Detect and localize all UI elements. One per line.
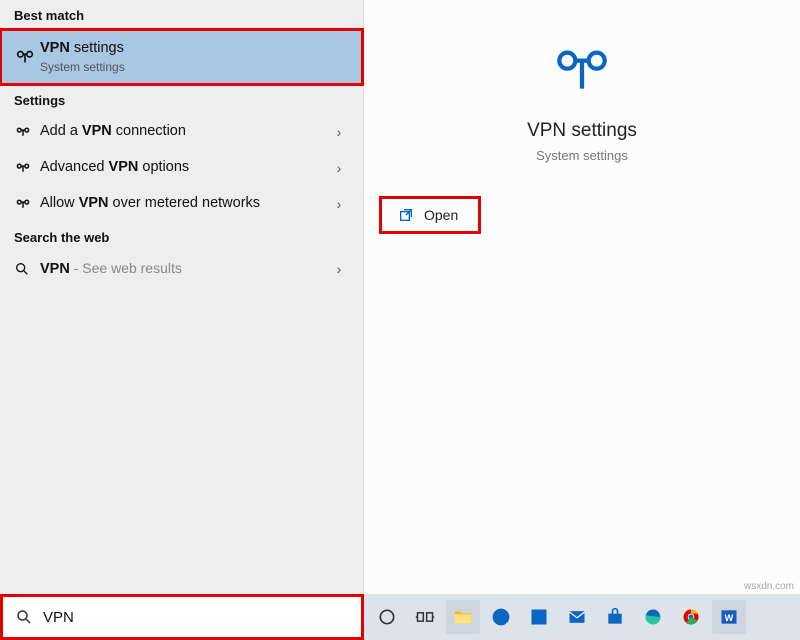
search-box[interactable] <box>0 594 364 640</box>
chevron-right-icon: › <box>329 261 349 277</box>
taskbar-store[interactable] <box>598 600 632 634</box>
taskbar-mail[interactable] <box>560 600 594 634</box>
detail-panel: VPN settings System settings Open <box>364 0 800 594</box>
result-vpn-settings[interactable]: VPN settings System settings <box>0 29 363 85</box>
open-icon <box>398 207 414 223</box>
result-title: Advanced VPN options <box>40 159 329 176</box>
bottom-bar: W <box>0 594 800 640</box>
result-title: Allow VPN over metered networks <box>40 195 329 212</box>
result-allow-vpn-metered[interactable]: Allow VPN over metered networks › <box>0 186 363 222</box>
result-web-vpn[interactable]: VPN - See web results › <box>0 251 363 287</box>
result-add-vpn-connection[interactable]: Add a VPN connection › <box>0 114 363 150</box>
task-view-icon[interactable] <box>408 600 442 634</box>
taskbar-word[interactable]: W <box>712 600 746 634</box>
vpn-icon <box>14 123 40 141</box>
vpn-icon <box>14 46 40 68</box>
detail-hero-icon <box>364 38 800 102</box>
search-icon <box>15 608 33 626</box>
watermark: wsxdn.com <box>744 581 794 592</box>
search-icon <box>14 261 40 277</box>
detail-title: VPN settings <box>364 120 800 142</box>
taskbar: W <box>364 594 800 640</box>
cortana-icon[interactable] <box>370 600 404 634</box>
result-title: Add a VPN connection <box>40 123 329 140</box>
section-settings: Settings <box>0 85 363 114</box>
vpn-icon <box>14 195 40 213</box>
section-best-match: Best match <box>0 0 363 29</box>
detail-subtitle: System settings <box>364 148 800 163</box>
chevron-right-icon: › <box>329 124 349 140</box>
search-results-panel: Best match VPN settings System settings … <box>0 0 364 594</box>
open-button[interactable]: Open <box>382 199 478 231</box>
result-advanced-vpn-options[interactable]: Advanced VPN options › <box>0 150 363 186</box>
result-body: VPN settings System settings <box>40 40 349 73</box>
taskbar-chrome[interactable] <box>674 600 708 634</box>
taskbar-app-blue[interactable] <box>522 600 556 634</box>
open-label: Open <box>424 207 458 223</box>
taskbar-edge[interactable] <box>636 600 670 634</box>
result-title: VPN settings <box>40 40 349 57</box>
vpn-icon <box>14 159 40 177</box>
search-input[interactable] <box>43 609 349 626</box>
result-subtitle: System settings <box>40 60 349 74</box>
chevron-right-icon: › <box>329 160 349 176</box>
chevron-right-icon: › <box>329 196 349 212</box>
taskbar-dell[interactable] <box>484 600 518 634</box>
svg-text:W: W <box>725 613 734 623</box>
taskbar-file-explorer[interactable] <box>446 600 480 634</box>
result-title: VPN - See web results <box>40 260 329 278</box>
section-search-web: Search the web <box>0 222 363 251</box>
